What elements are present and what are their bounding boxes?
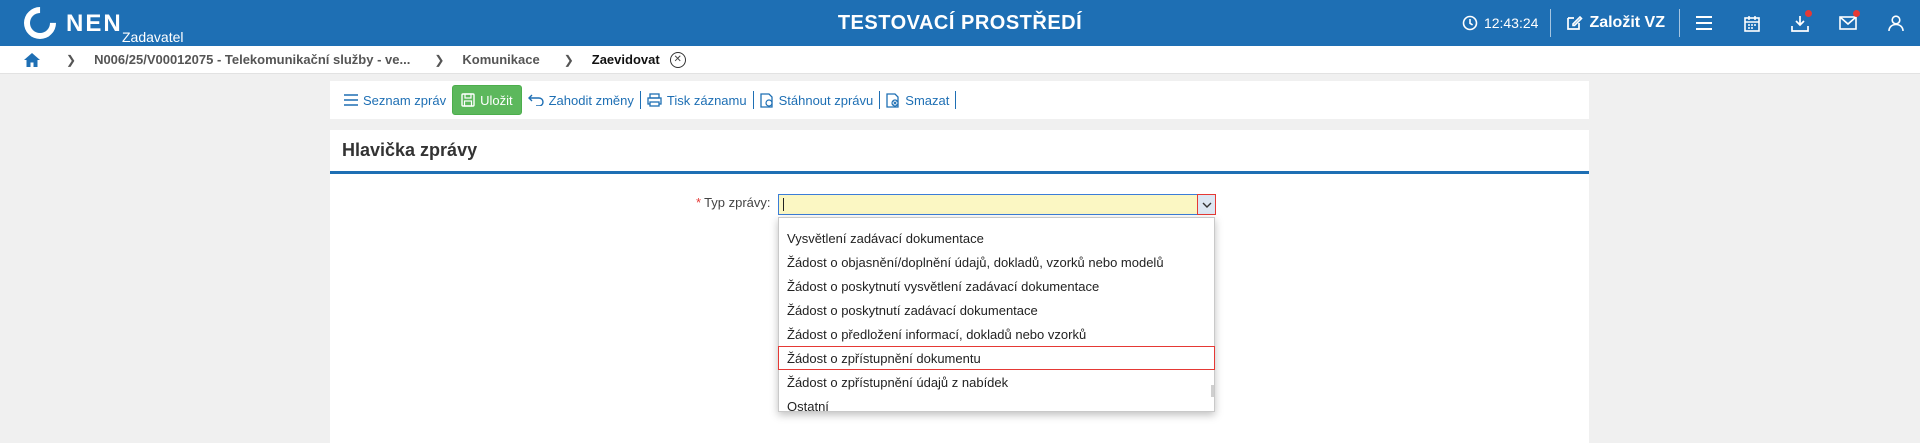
required-mark: * xyxy=(696,195,702,210)
dropdown-option[interactable]: Žádost o objasnění/doplnění údajů, dokla… xyxy=(779,250,1214,274)
menu-button[interactable] xyxy=(1680,0,1728,46)
message-list-button[interactable]: Seznam zpráv xyxy=(338,88,452,112)
message-type-dropdown: Vysvětlení zadávací dokumentace Žádost o… xyxy=(778,217,1215,414)
list-icon xyxy=(344,94,358,106)
delete-button[interactable]: Smazat xyxy=(880,88,955,112)
dropdown-scrollbar[interactable] xyxy=(1211,385,1214,397)
message-type-select[interactable] xyxy=(778,194,1216,215)
message-type-label-text: Typ zprávy: xyxy=(704,195,771,210)
chevron-down-icon xyxy=(1202,202,1211,208)
breadcrumb-item[interactable]: Komunikace xyxy=(462,52,539,67)
user-button[interactable] xyxy=(1872,0,1920,46)
dropdown-option[interactable]: Ostatní xyxy=(779,394,1214,418)
save-icon xyxy=(461,93,475,107)
user-icon xyxy=(1888,14,1904,31)
print-record-label: Tisk záznamu xyxy=(666,92,747,108)
dropdown-option[interactable]: Žádost o zpřístupnění údajů z nabídek xyxy=(779,370,1214,394)
panel-title: Hlavička zprávy xyxy=(330,130,1589,174)
action-toolbar: Seznam zpráv Uložit Zahodit změny Tisk z… xyxy=(330,81,1589,119)
download-message-button[interactable]: Stáhnout zprávu xyxy=(754,88,880,112)
print-record-button[interactable]: Tisk záznamu xyxy=(641,88,753,112)
home-icon xyxy=(24,52,40,67)
clock-icon xyxy=(1462,15,1478,31)
downloads-button[interactable] xyxy=(1776,0,1824,46)
close-tab-icon[interactable]: ✕ xyxy=(669,51,686,68)
save-button[interactable]: Uložit xyxy=(452,85,522,115)
chevron-right-icon: ❯ xyxy=(66,52,77,67)
messages-button[interactable] xyxy=(1824,0,1872,46)
message-list-label: Seznam zpráv xyxy=(363,92,447,108)
home-button[interactable] xyxy=(22,50,42,70)
create-vz-button[interactable]: Založit VZ xyxy=(1551,14,1679,32)
create-vz-label: Založit VZ xyxy=(1589,14,1665,31)
delete-label: Smazat xyxy=(905,92,950,108)
chevron-right-icon: ❯ xyxy=(563,52,574,67)
breadcrumb-current: Zaevidovat xyxy=(591,52,660,67)
calendar-icon xyxy=(1744,15,1760,32)
notification-dot xyxy=(1853,10,1860,17)
discard-changes-button[interactable]: Zahodit změny xyxy=(522,88,640,112)
edit-icon xyxy=(1567,15,1584,30)
calendar-button[interactable] xyxy=(1728,0,1776,46)
dropdown-option[interactable]: Žádost o předložení informací, dokladů n… xyxy=(779,322,1214,346)
menu-icon xyxy=(1696,16,1712,30)
mail-icon xyxy=(1839,16,1857,30)
breadcrumb-item[interactable]: N006/25/V00012075 - Telekomunikační služ… xyxy=(94,52,410,67)
top-bar: NEN Zadavatel TESTOVACÍ PROSTŘEDÍ 12:43:… xyxy=(0,0,1920,46)
dropdown-toggle-button[interactable] xyxy=(1197,194,1216,215)
top-right-controls: 12:43:24 Založit VZ xyxy=(1462,0,1920,46)
download-icon xyxy=(1791,15,1809,32)
notification-dot xyxy=(1805,10,1812,17)
document-delete-icon xyxy=(886,92,899,108)
dropdown-option[interactable]: Vysvětlení zadávací dokumentace xyxy=(779,226,1214,250)
message-type-label: * Typ zprávy: xyxy=(696,195,771,210)
dropdown-option-highlighted[interactable]: Žádost o zpřístupnění dokumentu xyxy=(778,346,1215,370)
undo-icon xyxy=(527,94,544,106)
toolbar-divider xyxy=(955,91,957,109)
discard-changes-label: Zahodit změny xyxy=(548,92,634,108)
document-download-icon xyxy=(759,92,773,108)
dropdown-option[interactable]: Žádost o poskytnutí zadávací dokumentace xyxy=(779,298,1214,322)
text-cursor xyxy=(783,198,784,211)
download-message-label: Stáhnout zprávu xyxy=(778,92,874,108)
clock-time: 12:43:24 xyxy=(1483,15,1539,31)
print-icon xyxy=(647,93,662,107)
dropdown-option[interactable]: Žádost o poskytnutí vysvětlení zadávací … xyxy=(779,274,1214,298)
chevron-right-icon: ❯ xyxy=(434,52,445,67)
save-label: Uložit xyxy=(480,92,513,108)
breadcrumb: ❯ N006/25/V00012075 - Telekomunikační sl… xyxy=(0,46,1920,74)
session-clock: 12:43:24 xyxy=(1462,15,1551,31)
